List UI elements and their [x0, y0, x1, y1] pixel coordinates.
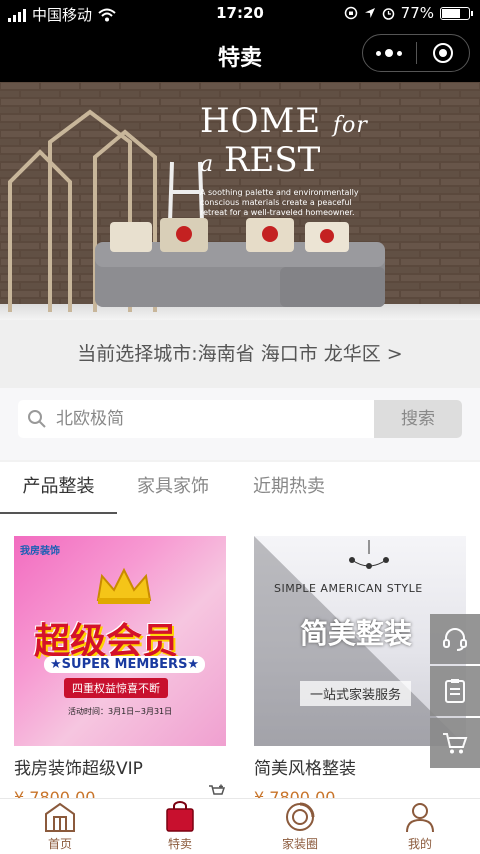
status-bar: 中国移动 17:20 77%	[0, 0, 480, 26]
product-image-date: 活动时间：3月1日~3月31日	[68, 707, 173, 716]
city-selector-text: 当前选择城市:海南省 海口市 龙华区 >	[77, 343, 403, 365]
order-list-button[interactable]	[430, 666, 480, 716]
miniprogram-capsule	[362, 34, 470, 72]
product-image-members: ★SUPER MEMBERS★	[44, 656, 206, 673]
crown-icon	[96, 567, 152, 604]
category-tabs: 产品整装 家具家饰 近期热卖	[0, 462, 480, 515]
product-image[interactable]: 我房装饰 超级会员 ★SUPER MEMBERS★ 四重权益惊喜不断 活动时间：…	[14, 536, 226, 746]
customer-service-button[interactable]	[430, 614, 480, 664]
product-image-sub: 一站式家装服务	[300, 681, 412, 706]
circle-icon	[286, 802, 315, 831]
close-miniprogram-button[interactable]	[417, 35, 470, 71]
tabbar-label: 家装圈	[281, 837, 318, 851]
search-input[interactable]: 北欧极简	[56, 400, 374, 438]
nav-bar: 特卖	[0, 26, 480, 82]
hero-banner[interactable]: HOME for a REST A soothing palette and e…	[0, 82, 480, 320]
product-image-red-text: 四重权益惊喜不断	[64, 678, 168, 698]
home-icon	[45, 802, 75, 832]
bottom-tab-bar: 首页 特卖 家装圈 我的	[0, 798, 480, 854]
rotation-lock-icon	[344, 6, 357, 20]
city-selector[interactable]: 当前选择城市:海南省 海口市 龙华区 >	[0, 320, 480, 388]
product-name: 我房装饰超级VIP	[14, 759, 143, 779]
product-card[interactable]: 我房装饰 超级会员 ★SUPER MEMBERS★ 四重权益惊喜不断 活动时间：…	[14, 536, 226, 807]
tabbar-item-circle[interactable]: 家装圈	[240, 799, 360, 854]
banner-description: A soothing palette and environmentally c…	[200, 188, 359, 217]
banner-headline-home: HOME	[200, 101, 322, 141]
battery-icon	[440, 6, 473, 20]
search-section: 北欧极简 搜索	[0, 388, 480, 460]
bag-icon	[166, 801, 194, 832]
cart-icon	[443, 733, 468, 754]
tabbar-item-mine[interactable]: 我的	[360, 799, 480, 854]
cart-float-button[interactable]	[430, 718, 480, 768]
search-icon	[18, 400, 56, 438]
tabbar-label: 首页	[47, 837, 72, 851]
location-icon	[364, 8, 375, 18]
product-image-tagline: SIMPLE AMERICAN STYLE	[274, 582, 423, 595]
chandelier-icon	[349, 540, 389, 569]
user-icon	[406, 803, 434, 833]
clipboard-icon	[445, 679, 465, 703]
tabbar-item-home[interactable]: 首页	[0, 799, 120, 854]
more-button[interactable]	[363, 35, 416, 71]
close-target-icon	[432, 43, 453, 63]
banner-headline-a: a	[200, 152, 214, 177]
product-image-brand: 我房装饰	[20, 546, 60, 557]
banner-text: HOME for a REST A soothing palette and e…	[200, 104, 368, 218]
search-bar: 北欧极简 搜索	[18, 400, 462, 438]
headset-icon	[443, 628, 467, 651]
alarm-icon	[382, 7, 394, 20]
tab-furniture-decor[interactable]: 家具家饰	[137, 462, 209, 514]
more-icon	[376, 49, 403, 57]
tabbar-label: 我的	[407, 837, 432, 851]
tabbar-item-sale[interactable]: 特卖	[120, 799, 240, 854]
product-image-heading: 简美整装	[300, 617, 413, 650]
tabbar-label: 特卖	[167, 837, 192, 851]
banner-headline-rest: REST	[223, 140, 321, 180]
tab-recent-hot[interactable]: 近期热卖	[253, 462, 325, 514]
product-grid: 我房装饰 超级会员 ★SUPER MEMBERS★ 四重权益惊喜不断 活动时间：…	[0, 514, 480, 807]
tab-product-package[interactable]: 产品整装	[0, 462, 117, 514]
search-button[interactable]: 搜索	[374, 400, 462, 438]
status-right: 77%	[344, 4, 473, 22]
battery-percent: 77%	[400, 4, 434, 22]
banner-headline-for: for	[332, 113, 368, 138]
